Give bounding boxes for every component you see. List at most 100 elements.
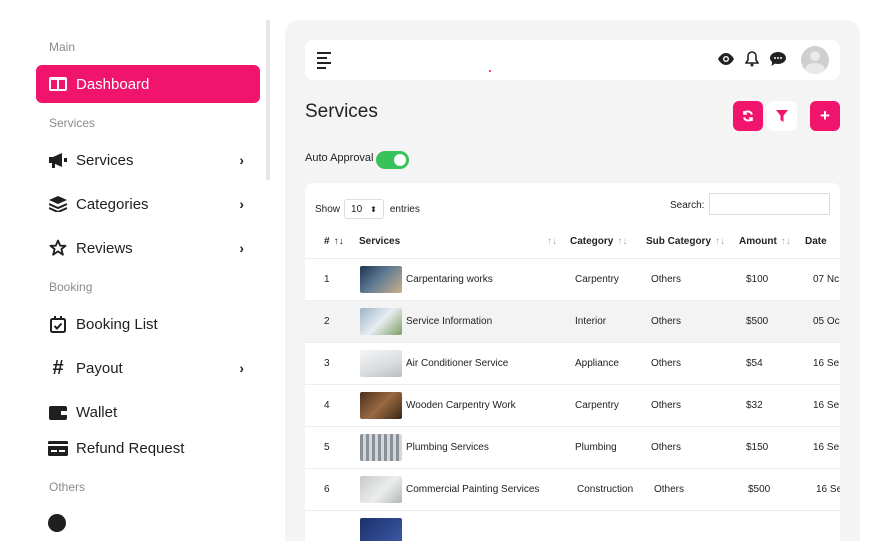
- sidebar-item-dashboard[interactable]: Dashboard: [36, 65, 260, 103]
- service-date: 05 Oc: [813, 316, 840, 327]
- sidebar-item-reviews[interactable]: Reviews ›: [36, 229, 260, 267]
- service-date: 16 Se: [813, 442, 840, 453]
- column-header-category[interactable]: Category ↑↓: [570, 236, 627, 247]
- column-header-number[interactable]: # ↑↓: [324, 236, 344, 247]
- sidebar: Main Dashboard Services Services › Categ…: [0, 0, 272, 541]
- service-category: Construction: [577, 484, 634, 495]
- table-row[interactable]: 6 Commercial Painting Services Construct…: [305, 468, 840, 510]
- service-name[interactable]: Plumbing Services: [406, 442, 489, 453]
- chevron-right-icon: ›: [239, 152, 244, 168]
- chevron-right-icon: ›: [239, 196, 244, 212]
- service-name[interactable]: Service Information: [406, 316, 492, 327]
- add-service-button[interactable]: +: [810, 101, 840, 131]
- sidebar-item-label: Wallet: [76, 403, 118, 421]
- entries-control: Show 10 ⬍ entries: [315, 199, 420, 219]
- table-row[interactable]: 2 Service Information Interior Others $5…: [305, 300, 840, 342]
- sidebar-item-label: Dashboard: [76, 75, 150, 93]
- row-number: 5: [324, 442, 330, 453]
- table-row[interactable]: [305, 510, 840, 541]
- service-thumbnail: [360, 350, 402, 377]
- column-header-date[interactable]: Date: [805, 236, 827, 247]
- sidebar-item-categories[interactable]: Categories ›: [36, 185, 260, 223]
- sidebar-item-services[interactable]: Services ›: [36, 141, 260, 179]
- service-subcategory: Others: [654, 484, 685, 495]
- table-row[interactable]: 4 Wooden Carpentry Work Carpentry Others…: [305, 384, 840, 426]
- calendar-check-icon: [48, 314, 68, 334]
- service-amount: $54: [746, 358, 763, 369]
- table-row[interactable]: 5 Plumbing Services Plumbing Others $150…: [305, 426, 840, 468]
- page-title: Services: [305, 101, 378, 122]
- entries-select[interactable]: 10 ⬍: [344, 199, 384, 219]
- service-thumbnail: [360, 434, 402, 461]
- show-label: Show: [315, 203, 341, 215]
- chat-bubble-icon[interactable]: [770, 52, 786, 66]
- service-name[interactable]: Commercial Painting Services: [406, 484, 539, 495]
- sidebar-item-wallet[interactable]: Wallet: [36, 393, 260, 431]
- sort-icon: ↑↓: [333, 236, 344, 247]
- section-label-services: Services: [49, 116, 96, 130]
- sort-icon[interactable]: ↑↓: [547, 236, 557, 247]
- service-name[interactable]: Wooden Carpentry Work: [406, 400, 516, 411]
- top-bar: [305, 40, 840, 80]
- eye-icon[interactable]: [717, 53, 735, 65]
- chevron-right-icon: ›: [239, 360, 244, 376]
- row-number: 1: [324, 274, 330, 285]
- section-label-booking: Booking: [49, 280, 93, 294]
- table-row[interactable]: 1 Carpentaring works Carpentry Others $1…: [305, 258, 840, 300]
- service-category: Interior: [575, 316, 607, 327]
- sidebar-item-label: Categories: [76, 195, 149, 213]
- sidebar-scrollbar[interactable]: [266, 20, 270, 180]
- section-label-others: Others: [49, 480, 86, 494]
- user-avatar[interactable]: [801, 46, 829, 74]
- auto-approval-toggle[interactable]: [376, 151, 409, 169]
- sidebar-item-booking-list[interactable]: Booking List: [36, 305, 260, 343]
- service-name[interactable]: Carpentaring works: [406, 274, 493, 285]
- column-header-sub-category[interactable]: Sub Category ↑↓: [646, 236, 725, 247]
- service-category: Plumbing: [575, 442, 617, 453]
- service-amount: $150: [746, 442, 769, 453]
- filter-button[interactable]: [767, 101, 797, 131]
- filter-icon: [776, 110, 788, 122]
- service-subcategory: Others: [651, 316, 682, 327]
- chevron-right-icon: ›: [239, 240, 244, 256]
- star-icon: [48, 238, 68, 258]
- refresh-button[interactable]: [733, 101, 763, 131]
- megaphone-icon: [48, 150, 68, 170]
- search-input[interactable]: [709, 193, 830, 215]
- entries-label: entries: [389, 203, 420, 215]
- table-row[interactable]: 3 Air Conditioner Service Appliance Othe…: [305, 342, 840, 384]
- service-thumbnail: [360, 308, 402, 335]
- service-date: 16 Se: [813, 400, 840, 411]
- service-amount: $32: [746, 400, 763, 411]
- refresh-icon: [743, 110, 753, 122]
- service-name[interactable]: Air Conditioner Service: [406, 358, 508, 369]
- hash-icon: #: [52, 356, 64, 379]
- row-number: 4: [324, 400, 330, 411]
- service-date: 16 Se: [816, 484, 840, 495]
- menu-toggle-icon[interactable]: [317, 52, 331, 69]
- column-header-amount[interactable]: Amount ↑↓: [739, 236, 791, 247]
- sidebar-item-label: Reviews: [76, 239, 133, 257]
- dashboard-icon: [48, 74, 68, 94]
- sidebar-item-refund-request[interactable]: Refund Request: [36, 429, 260, 467]
- service-subcategory: Others: [651, 358, 682, 369]
- sidebar-item-payout[interactable]: # Payout ›: [36, 349, 260, 387]
- service-category: Carpentry: [575, 274, 619, 285]
- services-table-card: Show 10 ⬍ entries Search: # ↑↓ Services ↑…: [305, 183, 840, 541]
- bell-icon[interactable]: [745, 51, 759, 67]
- sort-caret-icon: ⬍: [370, 204, 377, 214]
- chat-icon: [48, 514, 66, 532]
- auto-approval-label: Auto Approval: [305, 152, 374, 164]
- service-amount: $500: [746, 316, 769, 327]
- service-category: Carpentry: [575, 400, 619, 411]
- sidebar-item-label: Refund Request: [76, 439, 185, 457]
- service-category: Appliance: [575, 358, 619, 369]
- service-date: 07 Nc: [813, 274, 840, 285]
- row-number: 3: [324, 358, 330, 369]
- indicator-dot: [489, 70, 491, 72]
- service-date: 16 Se: [813, 358, 840, 369]
- column-header-services[interactable]: Services: [359, 236, 400, 247]
- sort-icon: ↑↓: [617, 236, 628, 247]
- sort-icon: ↑↓: [715, 236, 726, 247]
- service-thumbnail: [360, 518, 402, 541]
